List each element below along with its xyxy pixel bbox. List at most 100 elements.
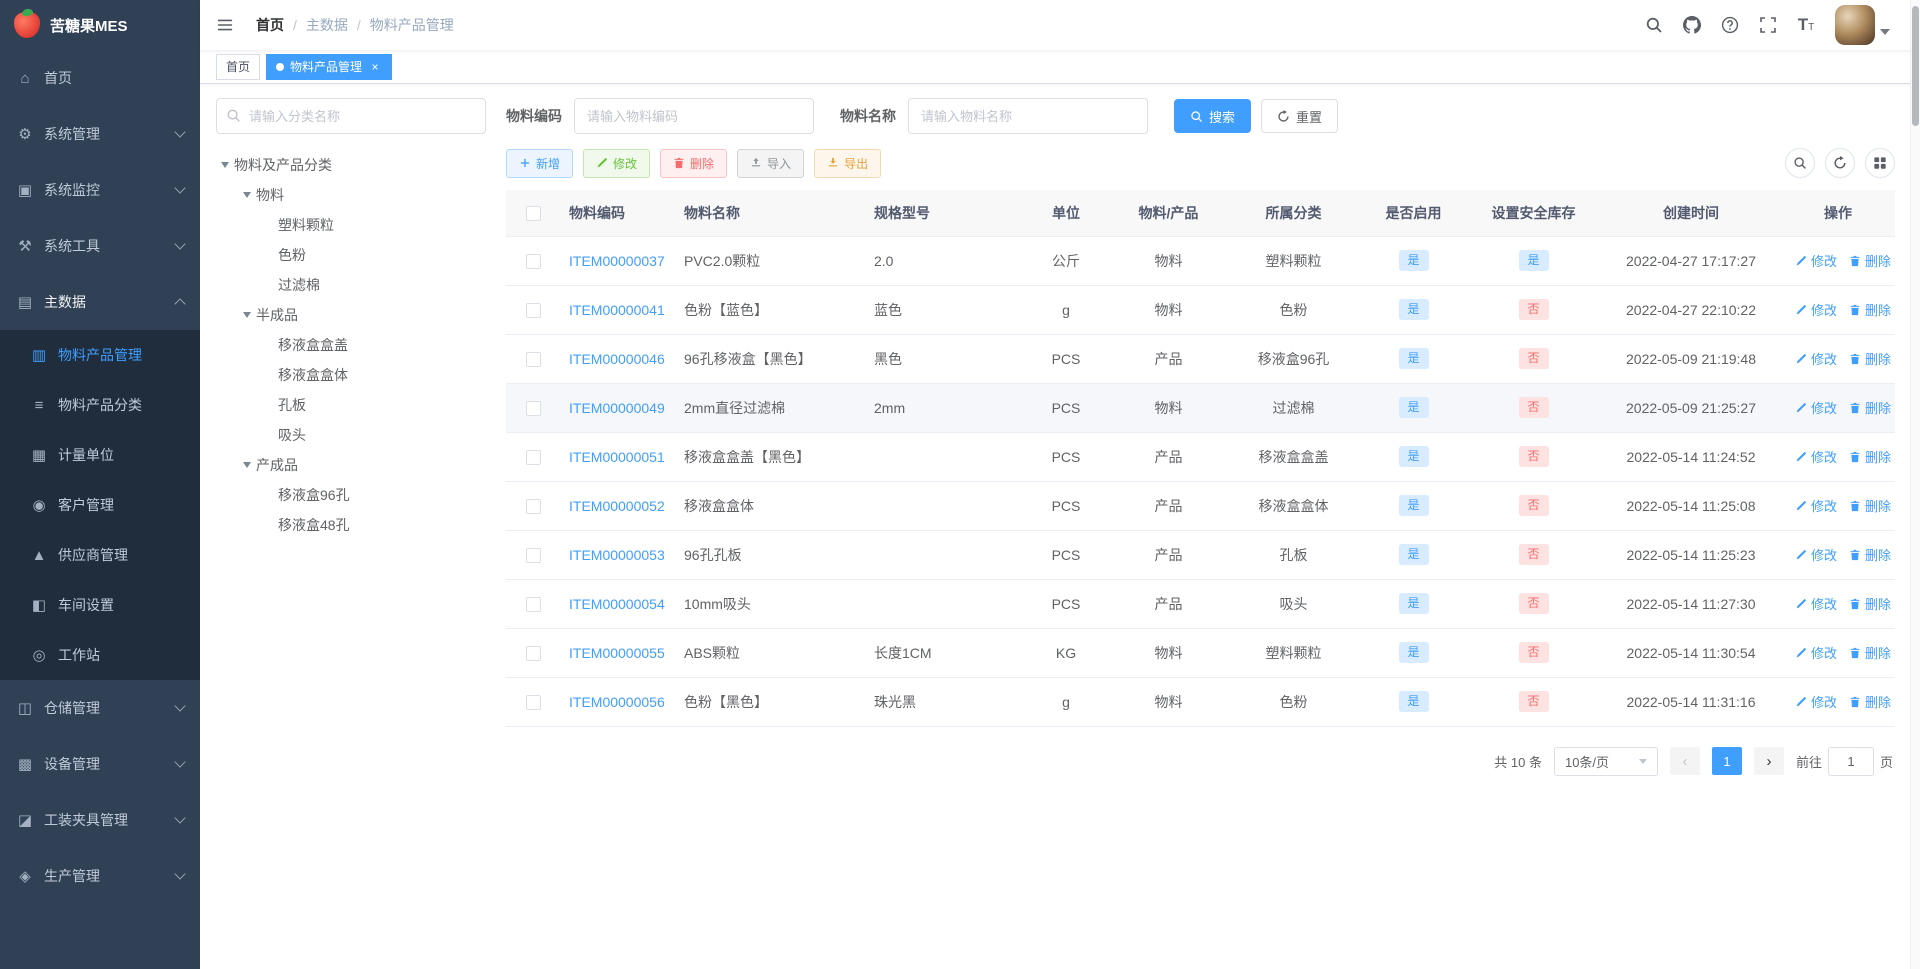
row-delete-button[interactable]: 删除: [1849, 447, 1891, 466]
sidebar-item-material-product-category[interactable]: ≡ 物料产品分类: [0, 380, 200, 430]
material-code-link[interactable]: ITEM00000049: [569, 400, 665, 416]
material-code-link[interactable]: ITEM00000055: [569, 645, 665, 661]
search-button[interactable]: 搜索: [1174, 99, 1252, 133]
row-edit-button[interactable]: 修改: [1795, 692, 1837, 711]
sidebar-item-production-mgmt[interactable]: ◈ 生产管理: [0, 848, 200, 904]
row-edit-button[interactable]: 修改: [1795, 643, 1837, 662]
row-checkbox[interactable]: [526, 449, 541, 465]
tree-node[interactable]: 移液盒48孔: [216, 510, 486, 540]
delete-button[interactable]: 删除: [660, 148, 728, 178]
row-delete-button[interactable]: 删除: [1849, 594, 1891, 613]
breadcrumb-item[interactable]: 主数据: [306, 15, 348, 35]
tree-node[interactable]: 产成品: [216, 450, 486, 480]
material-code-link[interactable]: ITEM00000041: [569, 302, 665, 318]
row-checkbox[interactable]: [526, 694, 541, 710]
header-search-icon[interactable]: [1637, 0, 1671, 50]
tree-node[interactable]: 孔板: [216, 390, 486, 420]
row-edit-button[interactable]: 修改: [1795, 496, 1837, 515]
row-edit-button[interactable]: 修改: [1795, 545, 1837, 564]
export-button[interactable]: 导出: [814, 148, 882, 178]
sidebar-item-equipment-mgmt[interactable]: ▩ 设备管理: [0, 736, 200, 792]
github-icon[interactable]: [1675, 0, 1709, 50]
tree-node[interactable]: 移液盒盒体: [216, 360, 486, 390]
row-delete-button[interactable]: 删除: [1849, 398, 1891, 417]
sidebar-item-tooling-mgmt[interactable]: ◪ 工装夹具管理: [0, 792, 200, 848]
row-checkbox[interactable]: [526, 498, 541, 514]
tree-expand-icon[interactable]: [238, 192, 256, 198]
row-edit-button[interactable]: 修改: [1795, 398, 1837, 417]
reset-button[interactable]: 重置: [1261, 99, 1339, 133]
material-code-link[interactable]: ITEM00000051: [569, 449, 665, 465]
tree-node[interactable]: 色粉: [216, 240, 486, 270]
jump-page-input[interactable]: [1827, 746, 1874, 776]
sidebar-toggle-button[interactable]: [200, 0, 250, 50]
row-delete-button[interactable]: 删除: [1849, 251, 1891, 270]
row-delete-button[interactable]: 删除: [1849, 545, 1891, 564]
add-button[interactable]: 新增: [506, 148, 574, 178]
material-code-link[interactable]: ITEM00000037: [569, 253, 665, 269]
row-checkbox[interactable]: [526, 645, 541, 661]
material-code-link[interactable]: ITEM00000054: [569, 596, 665, 612]
scrollbar-thumb[interactable]: [1912, 6, 1919, 126]
next-page-button[interactable]: [1753, 747, 1784, 775]
prev-page-button[interactable]: [1669, 747, 1700, 775]
sidebar-item-system-admin[interactable]: ⚙ 系统管理: [0, 106, 200, 162]
sidebar-item-system-monitor[interactable]: ▣ 系统监控: [0, 162, 200, 218]
toggle-search-button[interactable]: [1785, 148, 1815, 178]
avatar[interactable]: [1835, 5, 1875, 45]
sidebar-item-warehouse-mgmt[interactable]: ◫ 仓储管理: [0, 680, 200, 736]
row-checkbox[interactable]: [526, 547, 541, 563]
scrollbar[interactable]: [1910, 0, 1920, 969]
sidebar-item-supplier-mgmt[interactable]: ▲ 供应商管理: [0, 530, 200, 580]
row-checkbox[interactable]: [526, 400, 541, 416]
tree-node[interactable]: 移液盒96孔: [216, 480, 486, 510]
font-size-icon[interactable]: [1789, 0, 1823, 50]
material-code-link[interactable]: ITEM00000046: [569, 351, 665, 367]
tree-node[interactable]: 吸头: [216, 420, 486, 450]
tree-node[interactable]: 半成品: [216, 300, 486, 330]
row-checkbox[interactable]: [526, 351, 541, 367]
page-number-button[interactable]: 1: [1711, 747, 1742, 775]
close-icon[interactable]: [368, 60, 382, 74]
row-delete-button[interactable]: 删除: [1849, 692, 1891, 711]
tab-material-product-mgmt[interactable]: 物料产品管理: [266, 53, 393, 80]
sidebar-item-workshop-settings[interactable]: ◧ 车间设置: [0, 580, 200, 630]
sidebar-item-workstation[interactable]: ◎ 工作站: [0, 630, 200, 680]
breadcrumb-item[interactable]: 首页: [256, 15, 284, 35]
tree-expand-icon[interactable]: [216, 162, 234, 168]
fullscreen-icon[interactable]: [1751, 0, 1785, 50]
app-logo[interactable]: 苦糖果MES: [0, 0, 200, 50]
row-edit-button[interactable]: 修改: [1795, 251, 1837, 270]
row-delete-button[interactable]: 删除: [1849, 643, 1891, 662]
tab-home[interactable]: 首页: [216, 53, 261, 80]
columns-settings-button[interactable]: [1865, 148, 1895, 178]
material-code-link[interactable]: ITEM00000052: [569, 498, 665, 514]
row-checkbox[interactable]: [526, 596, 541, 612]
tree-node[interactable]: 移液盒盒盖: [216, 330, 486, 360]
row-checkbox[interactable]: [526, 253, 541, 269]
tree-node[interactable]: 物料及产品分类: [216, 150, 486, 180]
code-filter-input[interactable]: [574, 98, 814, 134]
row-delete-button[interactable]: 删除: [1849, 349, 1891, 368]
tree-expand-icon[interactable]: [238, 312, 256, 318]
row-delete-button[interactable]: 删除: [1849, 496, 1891, 515]
sidebar-item-home[interactable]: ⌂ 首页: [0, 50, 200, 106]
category-search-input[interactable]: [216, 98, 486, 134]
sidebar-item-customer-mgmt[interactable]: ◉ 客户管理: [0, 480, 200, 530]
material-code-link[interactable]: ITEM00000053: [569, 547, 665, 563]
name-filter-input[interactable]: [908, 98, 1148, 134]
tree-expand-icon[interactable]: [238, 462, 256, 468]
tree-node[interactable]: 塑料颗粒: [216, 210, 486, 240]
edit-button[interactable]: 修改: [583, 148, 651, 178]
sidebar-item-material-product-mgmt[interactable]: ▥ 物料产品管理: [0, 330, 200, 380]
tree-node[interactable]: 物料: [216, 180, 486, 210]
row-edit-button[interactable]: 修改: [1795, 300, 1837, 319]
import-button[interactable]: 导入: [737, 148, 805, 178]
sidebar-item-measure-unit[interactable]: ▦ 计量单位: [0, 430, 200, 480]
row-edit-button[interactable]: 修改: [1795, 349, 1837, 368]
help-icon[interactable]: [1713, 0, 1747, 50]
select-all-checkbox[interactable]: [526, 206, 541, 222]
refresh-table-button[interactable]: [1825, 148, 1855, 178]
page-size-select[interactable]: 10条/页: [1553, 746, 1658, 776]
row-checkbox[interactable]: [526, 302, 541, 318]
